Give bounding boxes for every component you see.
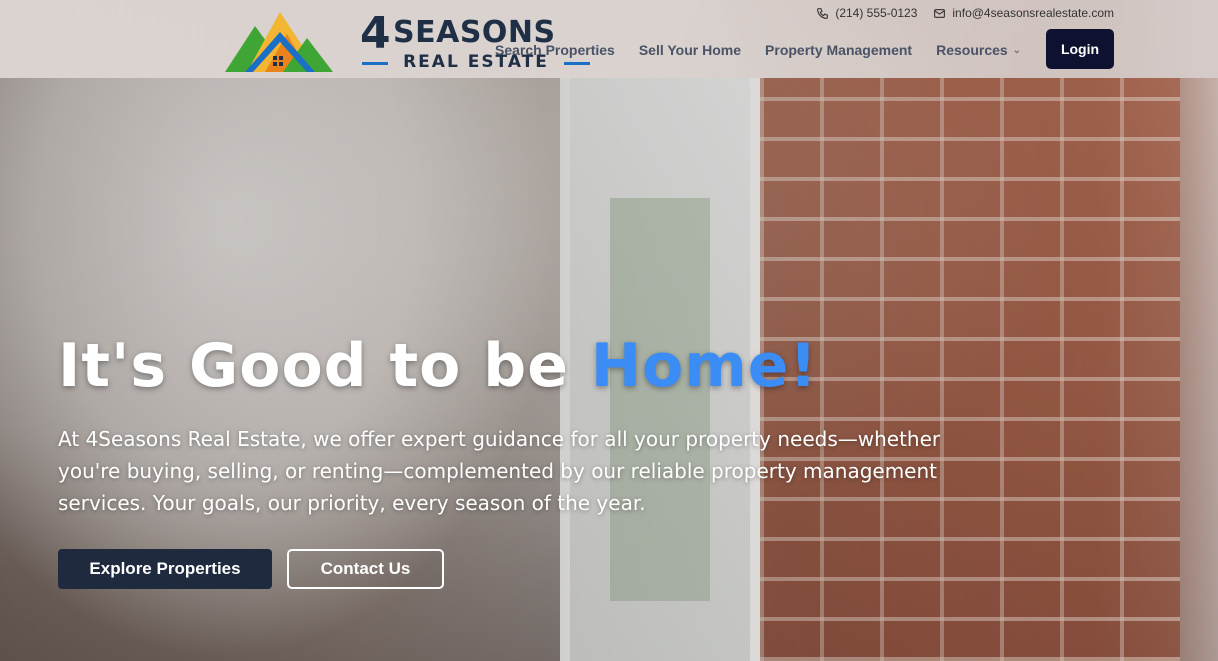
hero-subtext: At 4Seasons Real Estate, we offer expert… — [58, 427, 941, 515]
hero-headline: It's Good to be Home! — [58, 326, 818, 406]
email-address: info@4seasonsrealestate.com — [952, 6, 1114, 20]
login-button[interactable]: Login — [1046, 29, 1114, 69]
logo-number: 4 — [360, 8, 391, 59]
contact-bar: (214) 555-0123 info@4seasonsrealestate.c… — [816, 6, 1114, 20]
nav-resources-label: Resources — [936, 42, 1008, 58]
mail-icon — [934, 8, 946, 18]
mountain-house-logo-icon — [225, 12, 333, 72]
contact-email[interactable]: info@4seasonsrealestate.com — [933, 6, 1114, 20]
brand-logo[interactable]: 4 SEASONS REAL ESTATE — [225, 4, 595, 74]
contact-us-button[interactable]: Contact Us — [287, 549, 444, 589]
nav-sell-your-home[interactable]: Sell Your Home — [639, 42, 741, 58]
site-header: 4 SEASONS REAL ESTATE (214) 555-0123 inf… — [0, 0, 1218, 78]
logo-line-left — [362, 62, 388, 65]
chevron-down-icon: ⌄ — [1012, 44, 1022, 56]
headline-accent: Home! — [590, 331, 818, 401]
contact-phone[interactable]: (214) 555-0123 — [816, 6, 917, 20]
explore-properties-button[interactable]: Explore Properties — [58, 549, 272, 589]
logo-line-right — [564, 62, 590, 65]
headline-main: It's Good to be — [58, 331, 591, 401]
nav-search-properties[interactable]: Search Properties — [495, 42, 615, 58]
phone-icon — [817, 7, 829, 19]
nav-resources[interactable]: Resources ⌄ — [936, 42, 1021, 58]
phone-number: (214) 555-0123 — [835, 6, 918, 20]
nav-property-management[interactable]: Property Management — [765, 42, 912, 58]
main-nav: Search Properties Sell Your Home Propert… — [495, 42, 1021, 58]
